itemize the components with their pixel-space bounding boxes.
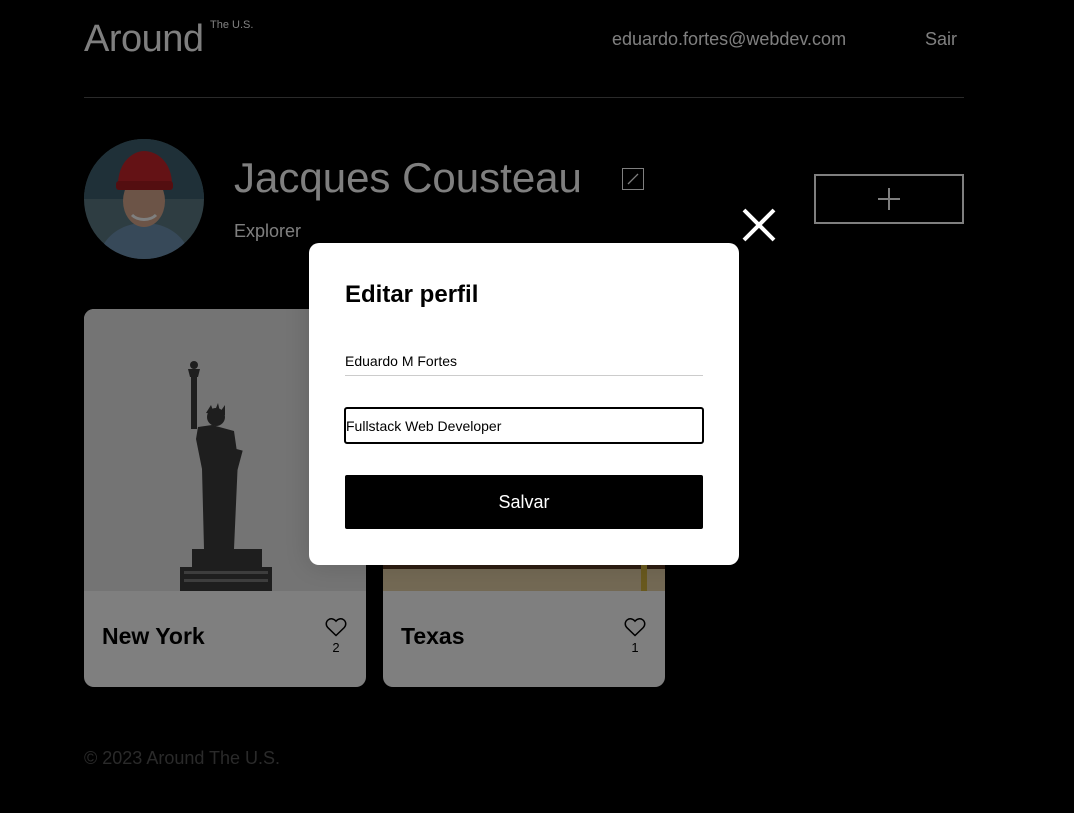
save-button[interactable]: Salvar [345, 475, 703, 529]
name-input[interactable] [345, 346, 703, 376]
modal-title: Editar perfil [345, 281, 479, 308]
about-input[interactable] [344, 407, 704, 444]
close-icon[interactable] [740, 206, 778, 244]
edit-profile-modal: Editar perfil Salvar [309, 243, 739, 565]
page: Around The U.S. eduardo.fortes@webdev.co… [0, 0, 1074, 813]
